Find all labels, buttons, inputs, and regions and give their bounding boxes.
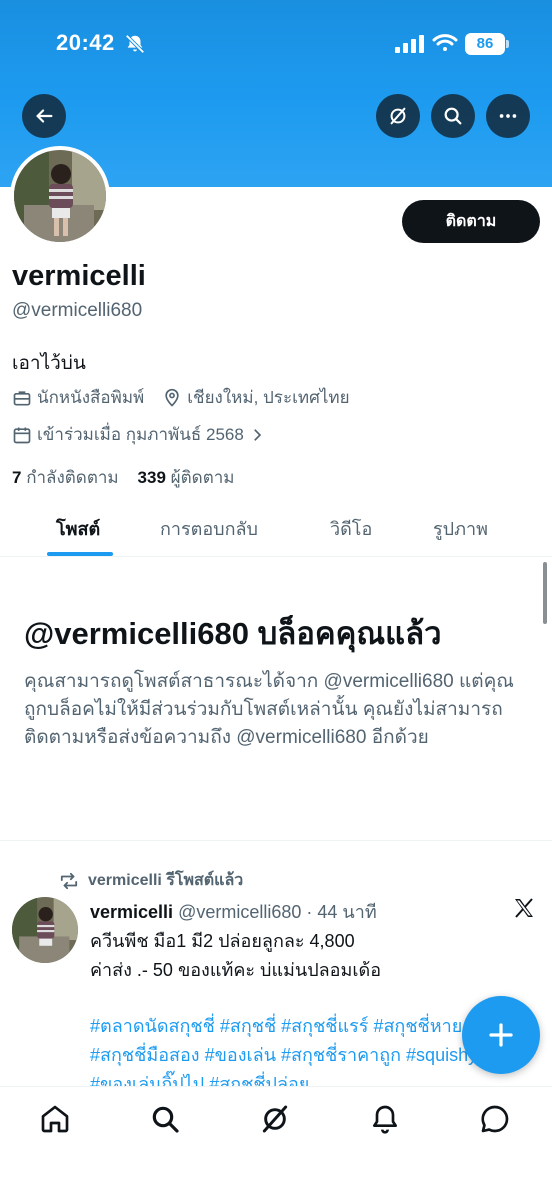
- scrollbar[interactable]: [543, 562, 547, 624]
- profile-joined-row[interactable]: เข้าร่วมเมื่อ กุมภาพันธ์ 2568: [12, 421, 271, 448]
- repost-icon: [60, 872, 78, 889]
- battery-tip: [506, 40, 509, 48]
- x-logo-icon: [515, 898, 533, 918]
- tab-replies[interactable]: การตอบกลับ: [160, 514, 258, 543]
- profile-tabs: โพสต์ การตอบกลับ วิดีโอ รูปภาพ: [0, 500, 552, 557]
- grok-icon: [390, 107, 406, 125]
- compose-button[interactable]: [462, 996, 540, 1074]
- following-label: กำลังติดตาม: [26, 468, 119, 487]
- post-hashtags[interactable]: #ตลาดนัดสกุชชี่ #สกุชชี่ #สกุชชี่แรร์ #ส…: [90, 1012, 490, 1087]
- back-button[interactable]: [22, 94, 66, 138]
- search-icon[interactable]: [149, 1103, 181, 1135]
- tab-posts[interactable]: โพสต์: [56, 514, 100, 543]
- repost-indicator[interactable]: vermicelli รีโพสต์แล้ว: [58, 868, 243, 893]
- followers-link[interactable]: 339 ผู้ติดตาม: [138, 468, 235, 487]
- more-icon: [499, 114, 517, 118]
- messages-icon[interactable]: [479, 1103, 511, 1135]
- repost-label: vermicelli รีโพสต์แล้ว: [88, 872, 244, 889]
- chevron-right-icon: [253, 428, 261, 441]
- profile-handle: @vermicelli680: [12, 300, 143, 321]
- blocked-message: คุณสามารถดูโพสต์สาธารณะได้จาก @vermicell…: [24, 671, 514, 748]
- divider: [0, 840, 552, 841]
- grok-button[interactable]: [376, 94, 420, 138]
- location-icon: [165, 388, 179, 407]
- bell-off-icon: [125, 34, 145, 54]
- tab-videos[interactable]: วิดีโอ: [330, 514, 372, 543]
- profile-meta: นักหนังสือพิมพ์ เชียงใหม่, ประเทศไทย: [12, 384, 350, 411]
- display-name: vermicelli: [12, 260, 146, 292]
- followers-label: ผู้ติดตาม: [170, 468, 235, 487]
- profile-bio: เอาไว้บ่น: [12, 353, 86, 374]
- battery-indicator: 86: [465, 33, 505, 55]
- search-button[interactable]: [431, 94, 475, 138]
- search-icon: [444, 107, 462, 125]
- briefcase-icon: [13, 390, 31, 405]
- post-header: vermicelli @vermicelli680 · 44 นาที: [90, 897, 377, 926]
- notifications-icon[interactable]: [369, 1103, 401, 1135]
- grok-icon[interactable]: [259, 1103, 291, 1135]
- following-link[interactable]: 7 กำลังติดตาม: [12, 468, 119, 487]
- follow-counts: 7 กำลังติดตาม 339 ผู้ติดตาม: [12, 464, 235, 491]
- profile-location: เชียงใหม่, ประเทศไทย: [187, 388, 350, 407]
- avatar-photo: [14, 150, 106, 242]
- post-author-meta: @vermicelli680 · 44 นาที: [178, 902, 377, 922]
- post-line-2: ค่าส่ง .- 50 ของแท้คะ บ่แม่นปลอมเด้อ: [90, 960, 382, 980]
- active-tab-indicator: [47, 552, 113, 556]
- post-author-name[interactable]: vermicelli: [90, 902, 173, 922]
- status-time: 20:42: [56, 30, 115, 55]
- wifi-icon: [432, 34, 458, 51]
- more-button[interactable]: [486, 94, 530, 138]
- home-icon[interactable]: [39, 1103, 71, 1135]
- bottom-navigation: [0, 1086, 552, 1200]
- post-line-1: ควีนพีช มือ1 มี2 ปล่อยลูกละ 4,800: [90, 931, 355, 951]
- profile-joined: เข้าร่วมเมื่อ กุมภาพันธ์ 2568: [37, 425, 244, 444]
- avatar-photo-small: [12, 897, 78, 963]
- follow-button[interactable]: ติดตาม: [402, 200, 540, 243]
- tab-photos[interactable]: รูปภาพ: [433, 514, 488, 543]
- plus-icon: [489, 1023, 513, 1047]
- following-count: 7: [12, 468, 22, 487]
- calendar-icon: [13, 427, 31, 443]
- post-avatar[interactable]: [12, 897, 78, 963]
- profile-avatar[interactable]: [10, 146, 110, 246]
- arrow-left-icon: [36, 109, 53, 123]
- profile-occupation: นักหนังสือพิมพ์: [37, 388, 145, 407]
- followers-count: 339: [137, 468, 166, 487]
- cellular-signal-icon: [395, 35, 424, 53]
- status-bar: 20:42 86: [0, 0, 552, 90]
- blocked-title: @vermicelli680 บล็อคคุณแล้ว: [24, 616, 442, 651]
- post-text: ควีนพีช มือ1 มี2 ปล่อยลูกละ 4,800 ค่าส่ง…: [90, 927, 510, 985]
